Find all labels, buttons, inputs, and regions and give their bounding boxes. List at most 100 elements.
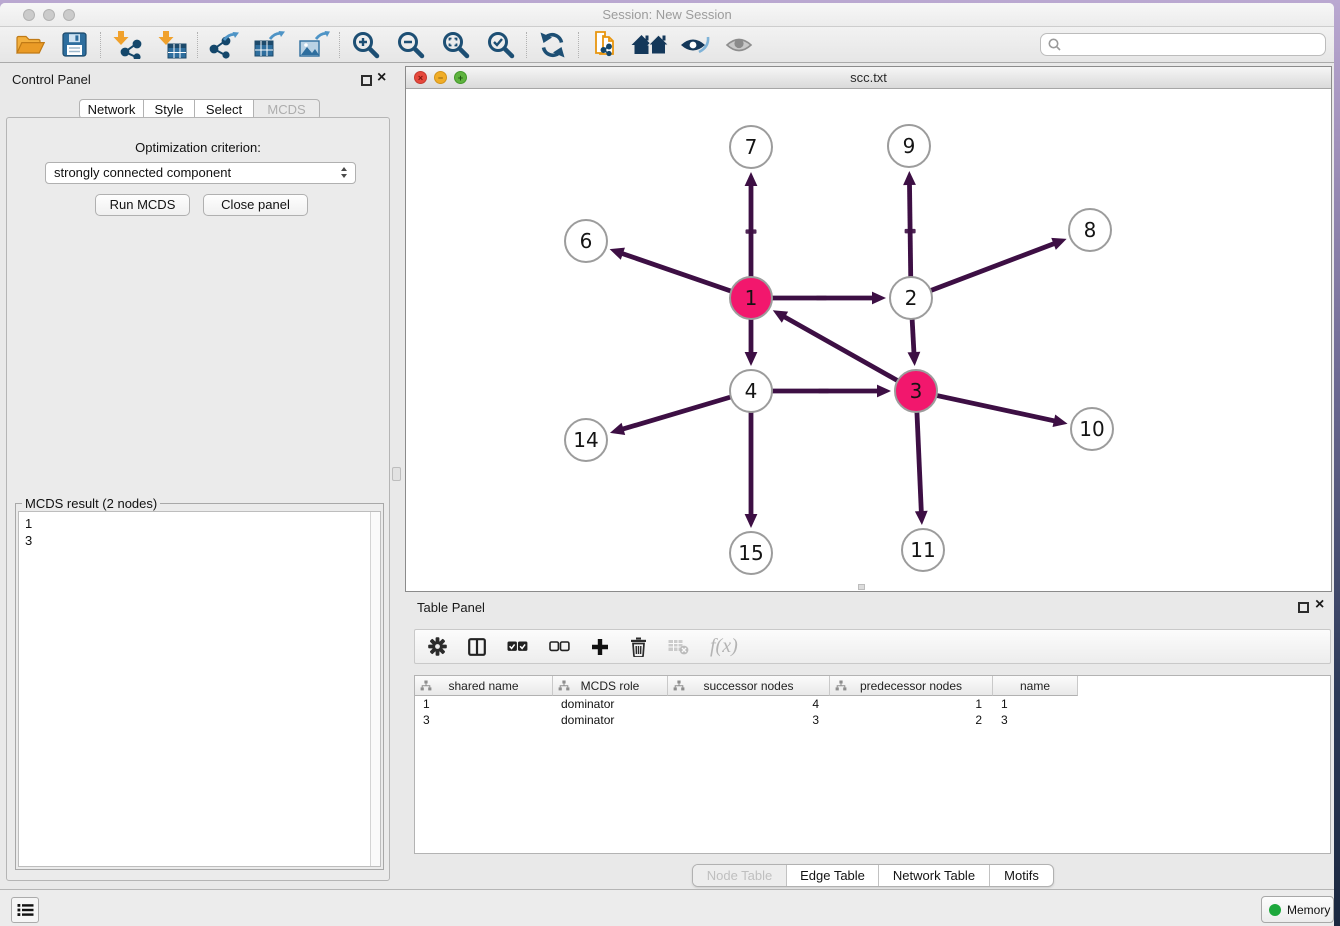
table-cell: 1 [830,696,993,712]
result-scrollbar[interactable] [370,512,380,866]
table-header: shared nameMCDS rolesuccessor nodesprede… [415,676,1078,696]
table-settings-icon[interactable] [428,637,447,656]
graph-node-4[interactable]: 4 [730,370,772,412]
export-network-icon[interactable] [201,29,246,61]
graph-node-11[interactable]: 11 [902,529,944,571]
hide-selected-icon[interactable] [672,29,717,61]
table-cell: 3 [993,712,1078,728]
window-title: Session: New Session [0,3,1334,27]
tab-node-table[interactable]: Node Table [693,865,786,886]
export-image-icon[interactable] [291,29,336,61]
table-row[interactable]: 1dominator411 [415,696,1078,712]
graph-node-10[interactable]: 10 [1071,408,1113,450]
split-panel-icon[interactable] [468,638,486,656]
task-history-button[interactable] [11,897,39,923]
show-all-icon[interactable] [717,29,762,61]
network-canvas[interactable]: 7 9 6 8 1 2 4 3 14 10 15 11 [406,89,1331,591]
graph-node-15[interactable]: 15 [730,532,772,574]
memory-button[interactable]: Memory [1261,896,1334,923]
open-session-icon[interactable] [7,29,52,61]
canvas-grip[interactable] [858,584,865,590]
zoom-out-icon[interactable] [388,29,433,61]
table-panel-float-icon[interactable] [1298,602,1309,613]
graph-edge-1-4[interactable] [745,316,758,366]
column-header-predecessor-nodes[interactable]: predecessor nodes [830,676,993,696]
home-icon[interactable] [627,29,672,61]
delete-column-icon[interactable] [630,637,647,657]
tab-network[interactable]: Network [79,99,144,119]
table-cell: 1 [415,696,553,712]
svg-text:3: 3 [910,379,923,403]
svg-text:8: 8 [1084,218,1097,242]
graph-edge-2-3[interactable] [908,316,921,366]
graph-edge-1-6[interactable] [610,248,734,292]
column-type-icon [558,680,570,691]
zoom-fit-icon[interactable] [433,29,478,61]
deselect-all-icon[interactable] [549,640,570,653]
graph-node-6[interactable]: 6 [565,220,607,262]
table-panel-title: Table Panel [417,600,485,615]
control-panel-close-icon[interactable]: × [377,69,386,87]
export-table-icon[interactable] [246,29,291,61]
import-network-icon[interactable] [104,29,149,61]
run-mcds-button[interactable]: Run MCDS [95,194,190,216]
graph-edge-3-1[interactable] [773,310,901,382]
graph-node-1[interactable]: 1 [730,277,772,319]
graph-node-14[interactable]: 14 [565,419,607,461]
clone-network-icon[interactable] [582,29,627,61]
svg-text:14: 14 [573,428,598,452]
svg-text:9: 9 [903,134,916,158]
edge-label-mark [818,389,829,393]
graph-node-3[interactable]: 3 [895,370,937,412]
criterion-value: strongly connected component [54,165,231,180]
graph-node-7[interactable]: 7 [730,126,772,168]
edge-label-mark [746,229,757,233]
table-toolbar: f(x) [414,629,1331,664]
graph-edge-1-2[interactable] [769,292,886,305]
svg-text:6: 6 [580,229,593,253]
panel-splitter-grip[interactable] [392,467,401,481]
tab-select[interactable]: Select [195,99,254,119]
tab-style[interactable]: Style [144,99,195,119]
mcds-result-item[interactable]: 1 [19,515,380,532]
graph-edge-1-7[interactable] [745,172,758,280]
column-header-successor-nodes[interactable]: successor nodes [668,676,830,696]
search-input[interactable] [1040,33,1326,56]
graph-node-8[interactable]: 8 [1069,209,1111,251]
table-panel-close-icon[interactable]: × [1315,596,1324,614]
tab-network-table[interactable]: Network Table [878,865,989,886]
table-cell: 3 [668,712,830,728]
zoom-in-icon[interactable] [343,29,388,61]
tab-motifs[interactable]: Motifs [989,865,1053,886]
graph-edge-2-9[interactable] [903,171,916,280]
zoom-selected-icon[interactable] [478,29,523,61]
graph-edge-3-10[interactable] [934,395,1068,427]
add-column-icon[interactable] [591,638,609,656]
network-window-titlebar[interactable]: × − + scc.txt [406,67,1331,89]
control-panel-float-icon[interactable] [361,75,372,86]
graph-node-2[interactable]: 2 [890,277,932,319]
table-row[interactable]: 3dominator323 [415,712,1078,728]
column-header-shared-name[interactable]: shared name [415,676,553,696]
function-builder-icon[interactable]: f(x) [710,635,738,658]
optimization-label: Optimization criterion: [7,140,389,155]
column-header-name[interactable]: name [993,676,1078,696]
import-table-icon[interactable] [149,29,194,61]
mcds-result-list[interactable]: 13 [18,511,381,867]
close-panel-button[interactable]: Close panel [203,194,308,216]
graph-edge-3-11[interactable] [915,409,928,525]
graph-edge-2-8[interactable] [928,238,1067,292]
mcds-result-item[interactable]: 3 [19,532,380,549]
column-type-icon [835,680,847,691]
graph-edge-4-14[interactable] [610,396,734,435]
refresh-icon[interactable] [530,29,575,61]
tab-edge-table[interactable]: Edge Table [786,865,878,886]
graph-edge-4-3[interactable] [769,385,891,398]
select-all-icon[interactable] [507,640,528,653]
criterion-select[interactable]: strongly connected component [45,162,356,184]
graph-node-9[interactable]: 9 [888,125,930,167]
graph-edge-4-15[interactable] [745,409,758,528]
delete-table-icon[interactable] [668,638,689,655]
save-session-icon[interactable] [52,29,97,61]
column-header-MCDS-role[interactable]: MCDS role [553,676,668,696]
